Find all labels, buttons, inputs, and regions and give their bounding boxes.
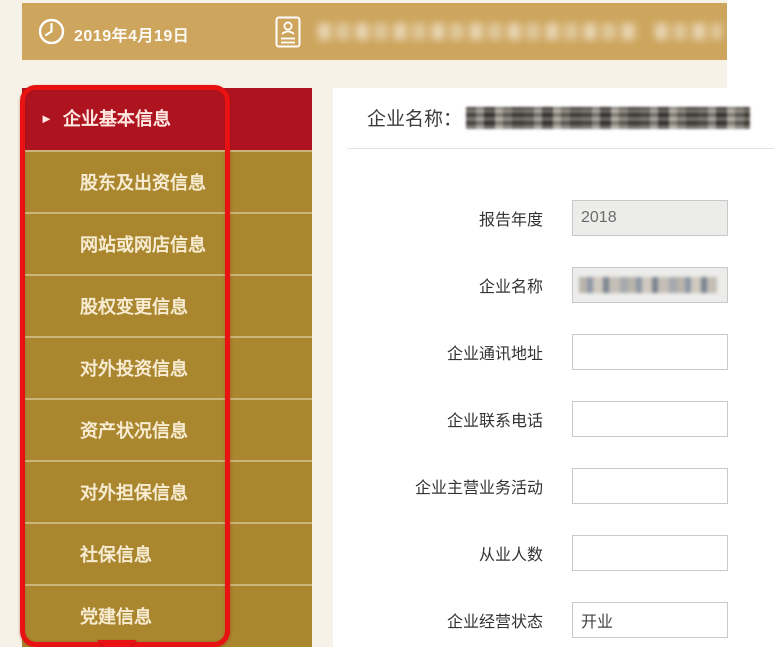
main-business-label: 企业主营业务活动	[333, 474, 543, 498]
sidebar-item-basic-info[interactable]: ► 企业基本信息	[22, 88, 312, 150]
company-name-heading: 企业名称：	[367, 104, 750, 131]
annual-report-page: 2019年4月19日 ► 企业基本信息 股东及出资信息 网站或网店信息 股权变更信…	[0, 0, 774, 647]
sidebar-item-outbound-investment[interactable]: 对外投资信息	[22, 336, 312, 398]
sidebar-item-assets[interactable]: 资产状况信息	[22, 398, 312, 460]
sidebar-item-label: 党建信息	[80, 607, 152, 627]
report-year-label: 报告年度	[333, 206, 543, 230]
employee-count-label: 从业人数	[333, 541, 543, 565]
sidebar-item-label: 企业基本信息	[63, 109, 171, 129]
sidebar-nav: ► 企业基本信息 股东及出资信息 网站或网店信息 股权变更信息 对外投资信息 资产…	[22, 88, 312, 647]
sidebar-item-equity-change[interactable]: 股权变更信息	[22, 274, 312, 336]
clock-icon	[38, 18, 65, 45]
form-row: 报告年度	[333, 184, 774, 251]
form-row: 企业通讯地址	[333, 318, 774, 385]
report-year-field	[572, 200, 728, 236]
sidebar-item-label: 对外担保信息	[80, 483, 188, 503]
sidebar-item-party-building[interactable]: 党建信息	[22, 584, 312, 646]
id-badge-icon	[275, 16, 301, 48]
form-row: 企业主营业务活动	[333, 452, 774, 519]
sidebar-item-label: 资产状况信息	[80, 421, 188, 441]
main-content-panel: 企业名称： 报告年度 企业名称 企业通讯地址 企业联系电话	[333, 88, 774, 647]
business-status-label: 企业经营状态	[333, 608, 543, 632]
form-row: 企业经营状态	[333, 586, 774, 647]
title-divider	[347, 148, 774, 149]
form-row: 从业人数	[333, 519, 774, 586]
current-date: 2019年4月19日	[74, 22, 189, 46]
active-arrow-icon: ►	[40, 88, 53, 150]
top-header-bar: 2019年4月19日	[22, 3, 727, 60]
sidebar-item-label: 股东及出资信息	[80, 173, 206, 193]
company-address-field[interactable]	[572, 334, 728, 370]
company-phone-label: 企业联系电话	[333, 407, 543, 431]
main-business-field[interactable]	[572, 468, 728, 504]
business-status-field[interactable]	[572, 602, 728, 638]
company-address-label: 企业通讯地址	[333, 340, 543, 364]
company-name-label: 企业名称	[333, 273, 543, 297]
form-row: 企业名称	[333, 251, 774, 318]
company-name-field	[572, 267, 728, 303]
sidebar-item-label: 股权变更信息	[80, 297, 188, 317]
sidebar-item-label: 对外投资信息	[80, 359, 188, 379]
sidebar-item-shareholders[interactable]: 股东及出资信息	[22, 150, 312, 212]
redacted-company-name	[318, 23, 640, 40]
redacted-company-name	[466, 107, 750, 129]
form-row: 企业联系电话	[333, 385, 774, 452]
basic-info-form: 报告年度 企业名称 企业通讯地址 企业联系电话 企业主营业务活动	[333, 184, 774, 647]
sidebar-item-social-security[interactable]: 社保信息	[22, 522, 312, 584]
sidebar-item-label: 网站或网店信息	[80, 235, 206, 255]
sidebar-item-guarantees[interactable]: 对外担保信息	[22, 460, 312, 522]
employee-count-field[interactable]	[572, 535, 728, 571]
sidebar-item-label: 社保信息	[80, 545, 152, 565]
redacted-user-name	[655, 23, 722, 40]
company-name-heading-label: 企业名称：	[367, 104, 462, 131]
company-phone-field[interactable]	[572, 401, 728, 437]
sidebar-item-website[interactable]: 网站或网店信息	[22, 212, 312, 274]
